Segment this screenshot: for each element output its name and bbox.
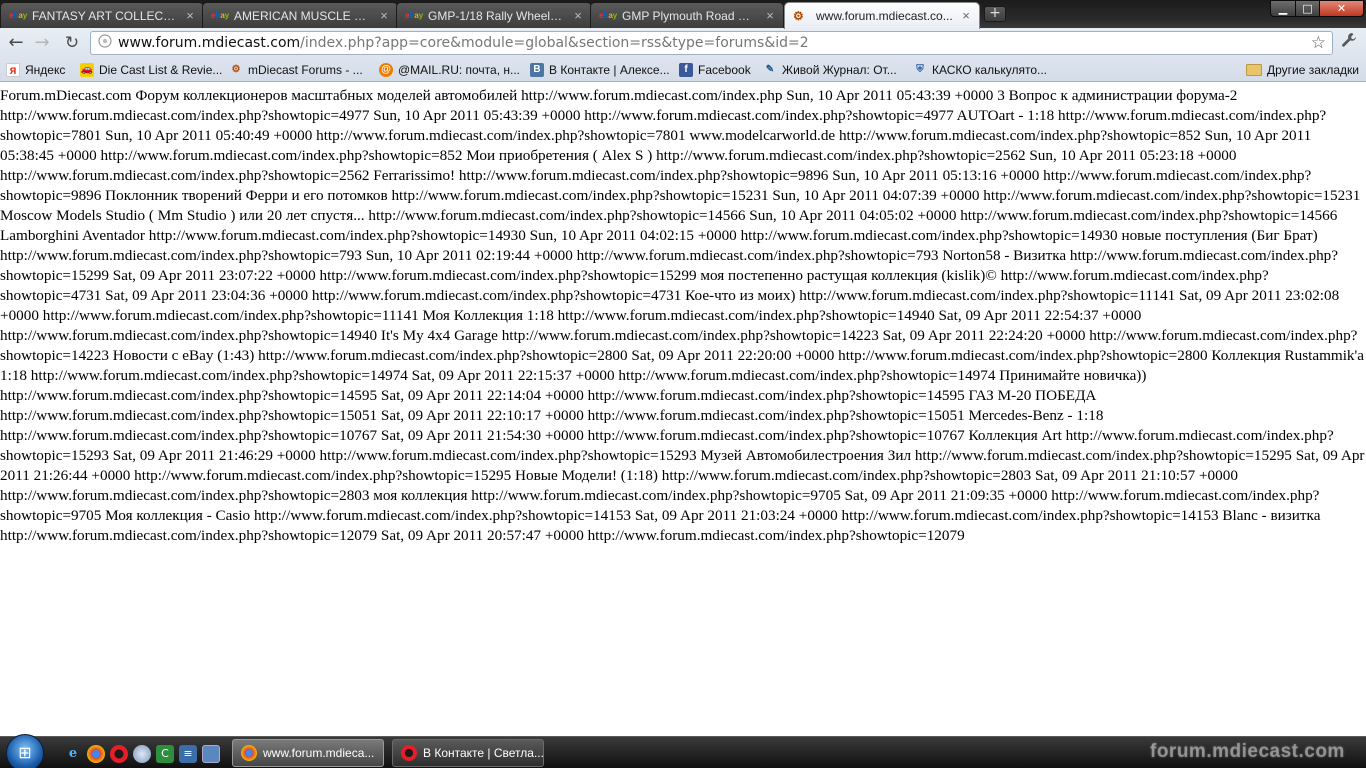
close-icon[interactable]: × [183,8,197,23]
tab-forum-mdiecast[interactable]: ⚙ www.forum.mdiecast.co... × [784,2,980,29]
kasko-icon: ⛨ [916,64,924,75]
app-icon[interactable] [133,745,151,763]
close-icon[interactable]: × [571,8,585,23]
ebay-icon: ebay [599,10,618,20]
mdiecast-icon: ⚙ [231,64,241,75]
chrome-icon[interactable] [87,745,105,763]
minimize-button[interactable]: ▁ [1270,0,1296,17]
internet-explorer-icon[interactable]: e [64,745,82,763]
forward-button[interactable]: → [30,32,54,54]
close-icon[interactable]: × [377,8,391,23]
taskbar-window-label: В Контакте | Светла... [423,746,544,760]
app-icon[interactable]: ≡ [179,745,197,763]
taskbar-window-chrome[interactable]: www.forum.mdieca... [232,739,384,767]
rss-raw-text: Forum.mDiecast.com Форум коллекционеров … [0,87,1365,544]
bookmark-livejournal[interactable]: ✎ Живой Журнал: От... [763,61,897,79]
bookmark-label: @MAIL.RU: почта, н... [398,63,521,77]
url-text[interactable]: www.forum.mdiecast.com/index.php?app=cor… [118,35,809,51]
facebook-icon: f [679,63,693,77]
tab-american-muscle[interactable]: ebay AMERICAN MUSCLE 197... × [202,2,398,28]
bookmark-mailru[interactable]: @ @MAIL.RU: почта, н... [379,61,520,79]
mailru-icon: @ [379,63,393,77]
tab-gmp-rally-wheel[interactable]: ebay GMP-1/18 Rally Wheel & ... × [396,2,592,28]
bookmark-label: Живой Журнал: От... [782,63,897,77]
windows-taskbar: ⊞ e C ≡ www.forum.mdieca... В Контакте |… [0,734,1366,768]
tab-title: www.forum.mdiecast.co... [816,9,953,23]
start-button[interactable]: ⊞ [6,734,44,768]
livejournal-icon: ✎ [765,64,775,75]
new-tab-button[interactable]: + [984,6,1006,22]
ebay-icon: ebay [211,10,230,20]
tab-title: GMP-1/18 Rally Wheel & ... [428,8,565,23]
address-bar[interactable]: www.forum.mdiecast.com/index.php?app=cor… [90,31,1333,55]
taskbar-window-label: www.forum.mdieca... [263,746,375,760]
chrome-icon [241,745,257,761]
bookmark-star-icon[interactable]: ☆ [1311,34,1326,52]
bookmark-label: В Контакте | Алексе... [549,63,670,77]
tab-strip: ebay FANTASY ART COLLECTI... × ebay AMER… [0,0,1366,29]
bookmark-label: Die Cast List & Revie... [99,63,223,77]
tab-fantasy-art[interactable]: ebay FANTASY ART COLLECTI... × [0,2,204,28]
tab-title: GMP Plymouth Road Ru... [622,8,757,23]
folder-icon [1246,64,1262,76]
other-bookmarks[interactable]: Другие закладки [1246,61,1359,79]
bookmark-label: КАСКО калькулято... [932,63,1048,77]
car-icon: 🚗 [80,63,94,77]
bookmark-yandex[interactable]: Я Яндекс [6,61,65,79]
tab-title: AMERICAN MUSCLE 197... [234,8,371,23]
bookmark-kasko[interactable]: ⛨ КАСКО калькулято... [913,61,1047,79]
ebay-icon: ebay [9,10,28,20]
show-desktop-icon[interactable] [202,745,220,763]
url-path: /index.php?app=core&module=global&sectio… [300,35,809,51]
reload-button[interactable]: ↻ [60,32,84,54]
bookmark-die-cast-list[interactable]: 🚗 Die Cast List & Revie... [80,61,222,79]
utorrent-icon[interactable]: C [156,745,174,763]
bookmark-facebook[interactable]: f Facebook [679,61,751,79]
opera-icon [401,745,417,761]
back-button[interactable]: ← [4,32,28,54]
bookmark-vkontakte[interactable]: B В Контакте | Алексе... [530,61,670,79]
browser-toolbar: ← → ↻ www.forum.mdiecast.com/index.php?a… [0,28,1366,58]
mdiecast-icon: ⚙ [793,9,804,23]
close-icon[interactable]: × [763,8,777,23]
bookmark-label: Facebook [698,63,751,77]
page-icon [96,34,114,52]
tab-gmp-plymouth[interactable]: ebay GMP Plymouth Road Ru... × [590,2,784,28]
bookmark-label: Яндекс [25,63,66,77]
maximize-button[interactable]: □ [1295,0,1320,17]
tab-title: FANTASY ART COLLECTI... [32,8,177,23]
vk-icon: B [530,63,544,77]
wrench-icon[interactable] [1338,32,1360,54]
close-window-button[interactable]: ✕ [1319,0,1364,17]
opera-icon[interactable] [110,745,128,763]
ebay-icon: ebay [405,10,424,20]
bookmarks-bar: Я Яндекс 🚗 Die Cast List & Revie... ⚙ mD… [0,58,1366,82]
forum-watermark: forum.mdiecast.com [1150,741,1345,762]
close-icon[interactable]: × [959,9,973,23]
taskbar-window-opera[interactable]: В Контакте | Светла... [392,739,544,767]
url-host: www.forum.mdiecast.com [118,35,301,51]
other-bookmarks-label: Другие закладки [1267,63,1359,77]
bookmark-label: mDiecast Forums - ... [248,63,363,77]
bookmark-mdiecast-forums[interactable]: ⚙ mDiecast Forums - ... [229,61,363,79]
yandex-icon: Я [6,63,20,77]
